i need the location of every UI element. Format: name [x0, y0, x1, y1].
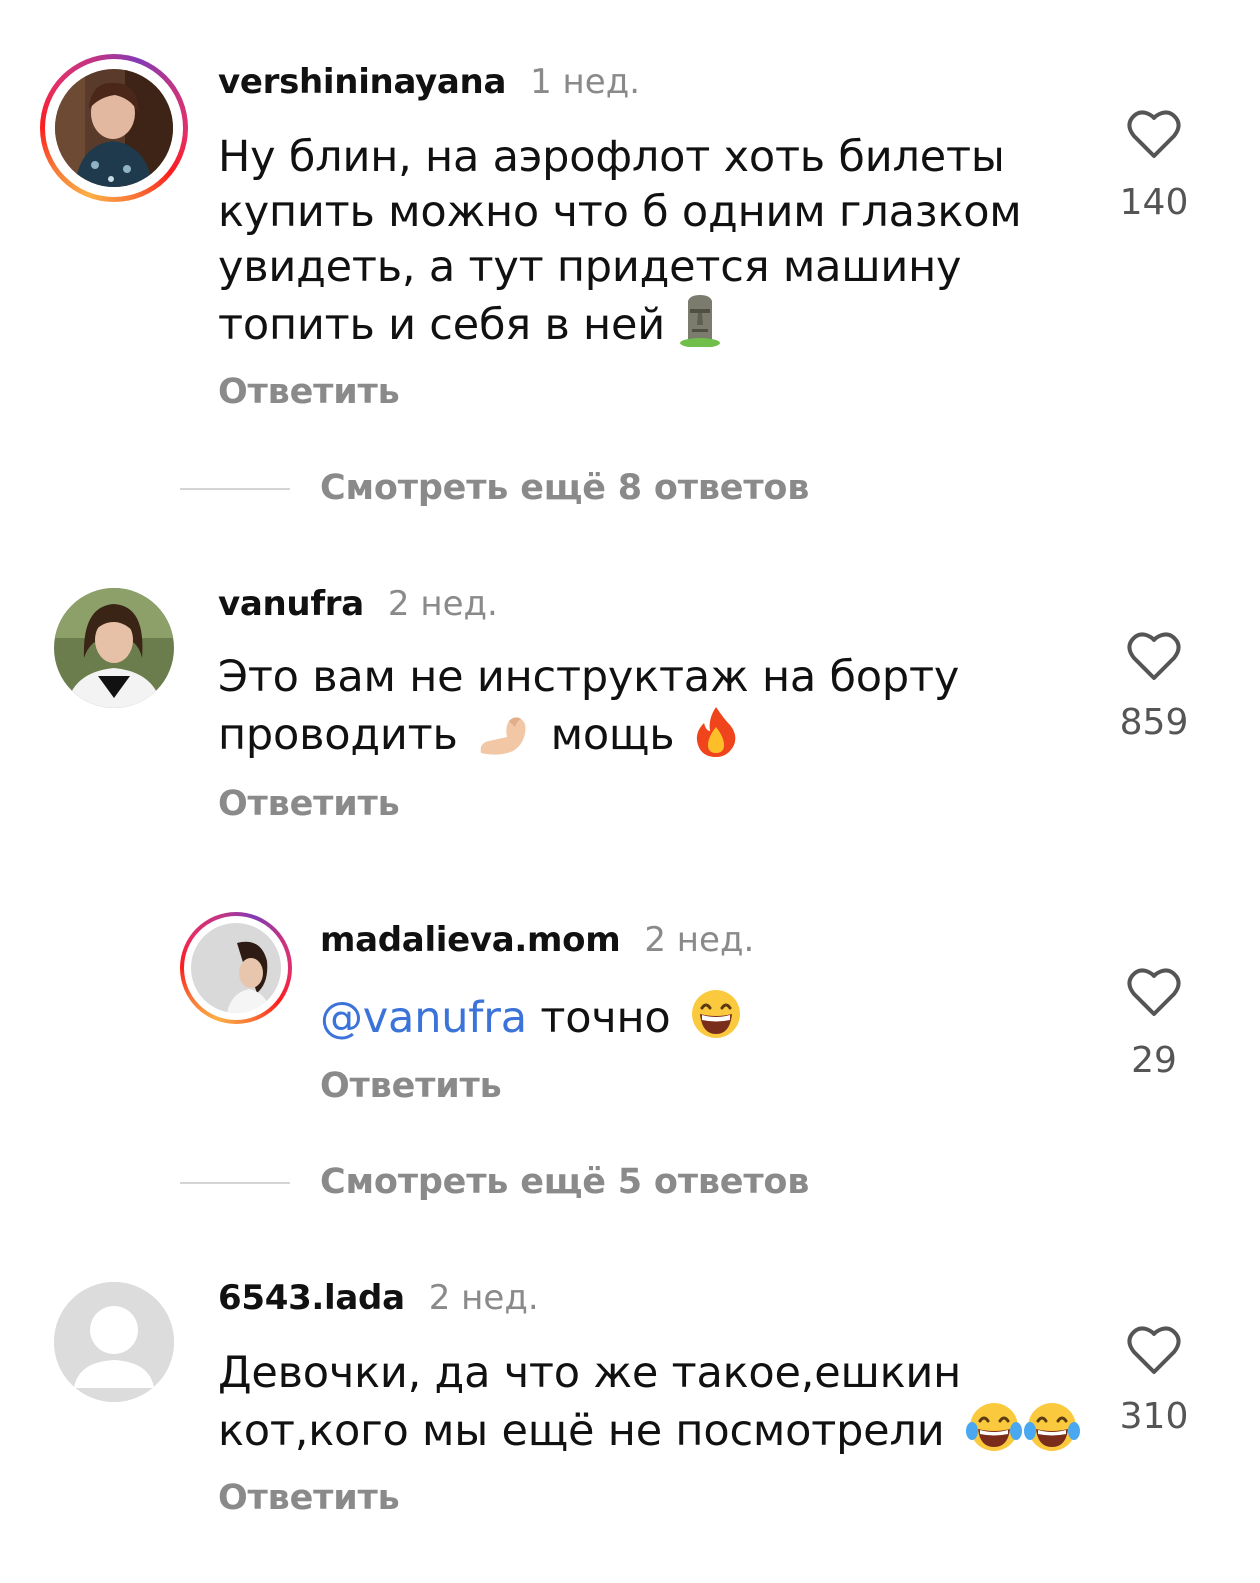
like-count: 140	[1119, 182, 1189, 223]
mention-link[interactable]: @vanufra	[320, 993, 527, 1043]
comment-time: 2 нед.	[387, 584, 498, 624]
comment-time: 2 нед.	[644, 920, 755, 960]
tears-of-joy-emoji-icon	[965, 1401, 1080, 1467]
comment-time: 1 нед.	[530, 62, 641, 102]
heart-icon	[1127, 968, 1181, 1016]
avatar	[191, 923, 281, 1013]
heart-icon	[1127, 632, 1181, 680]
divider	[180, 488, 290, 490]
reply-button[interactable]: Ответить	[218, 1478, 400, 1518]
avatar-story-ring[interactable]	[40, 54, 188, 202]
moai-emoji-icon	[678, 295, 722, 361]
comment-time: 2 нед.	[428, 1278, 539, 1318]
username[interactable]: madalieva.mom	[320, 920, 621, 960]
reply-button[interactable]: Ответить	[218, 372, 400, 412]
like-button[interactable]	[1126, 630, 1182, 686]
heart-icon	[1127, 1326, 1181, 1374]
reply-button[interactable]: Ответить	[218, 784, 400, 824]
like-count: 310	[1119, 1396, 1189, 1437]
like-button[interactable]	[1126, 108, 1182, 164]
username[interactable]: vershininayana	[218, 62, 506, 102]
avatar-placeholder[interactable]	[54, 1282, 174, 1402]
comment-text: @vanufra точно	[320, 988, 1080, 1054]
username[interactable]: 6543.lada	[218, 1278, 405, 1318]
grinning-emoji-icon	[690, 988, 742, 1054]
heart-icon	[1127, 110, 1181, 158]
divider	[180, 1182, 290, 1184]
like-button[interactable]	[1126, 966, 1182, 1022]
avatar	[55, 69, 173, 187]
comment-text: Ну блин, на аэрофлот хоть билеты купить …	[218, 130, 1078, 361]
like-count: 859	[1119, 702, 1189, 743]
like-button[interactable]	[1126, 1324, 1182, 1380]
comment-text: Девочки, да что же такое,ешкин кот,кого …	[218, 1346, 1098, 1467]
comment-text: Это вам не инструктаж на борту проводить…	[218, 650, 1078, 771]
reply-button[interactable]: Ответить	[320, 1066, 502, 1106]
avatar[interactable]	[54, 588, 174, 708]
username[interactable]: vanufra	[218, 584, 364, 624]
avatar-story-ring[interactable]	[180, 912, 292, 1024]
like-count: 29	[1131, 1040, 1177, 1081]
fire-emoji-icon	[694, 705, 738, 771]
flexed-biceps-emoji-icon	[477, 713, 531, 771]
